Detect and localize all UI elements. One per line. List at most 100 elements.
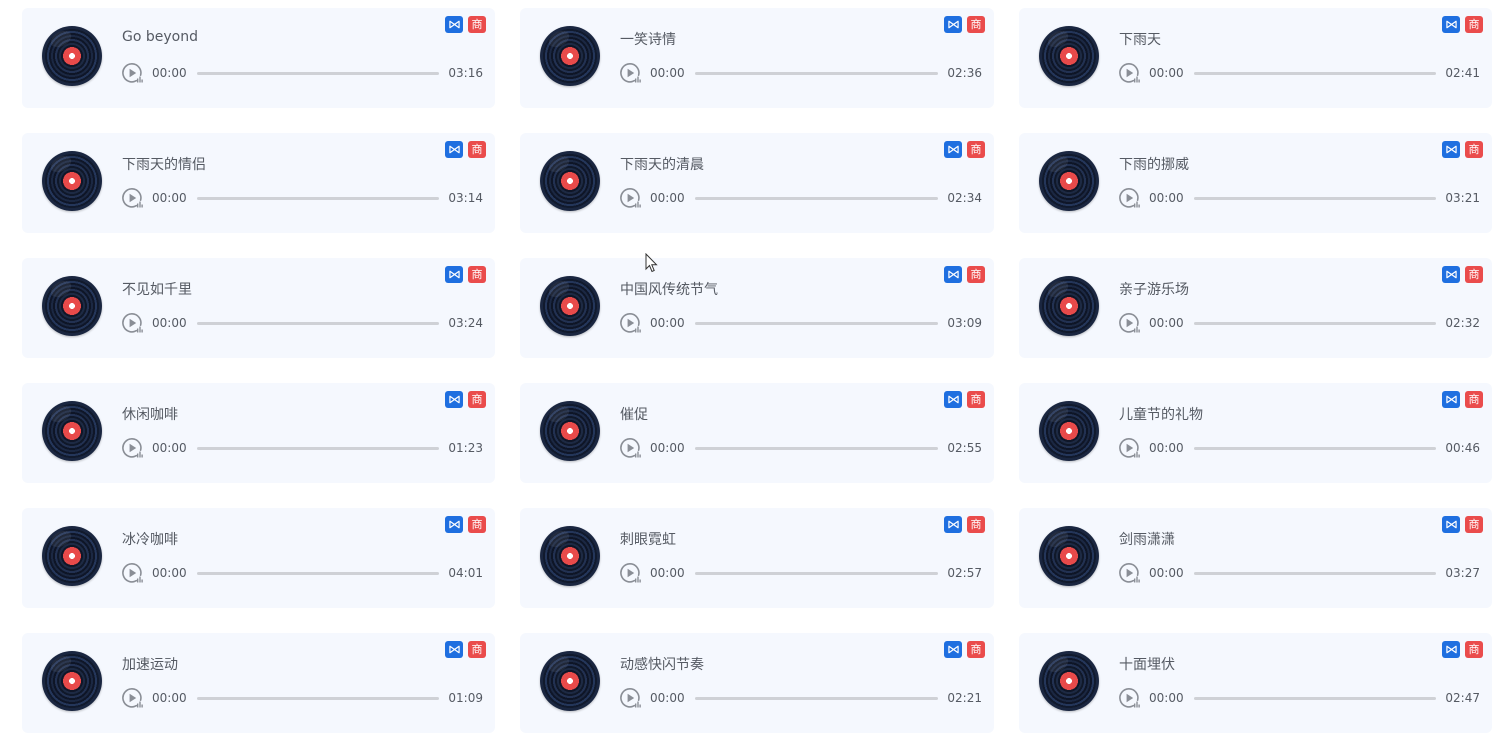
- format-badge-icon: [944, 391, 962, 408]
- play-button-icon[interactable]: [619, 187, 641, 209]
- play-button-icon[interactable]: [1118, 62, 1140, 84]
- music-card[interactable]: 下雨天 商 00:00 02:41: [1019, 8, 1492, 108]
- progress-bar[interactable]: [196, 446, 440, 450]
- music-card[interactable]: 十面埋伏 商 00:00 02:47: [1019, 633, 1492, 733]
- music-card[interactable]: 下雨天的清晨 商 00:00 02:34: [520, 133, 994, 233]
- format-badge-icon: [944, 266, 962, 283]
- track-title[interactable]: 剑雨潇潇: [1119, 529, 1175, 549]
- progress-bar[interactable]: [196, 321, 440, 325]
- play-button-icon[interactable]: [619, 687, 641, 709]
- play-button-icon[interactable]: [121, 687, 143, 709]
- music-card[interactable]: 剑雨潇潇 商 00:00 03:27: [1019, 508, 1492, 608]
- play-button-icon[interactable]: [619, 562, 641, 584]
- progress-bar[interactable]: [694, 196, 939, 200]
- music-card[interactable]: 动感快闪节奏 商 00:00 02:21: [520, 633, 994, 733]
- badge-group: 商: [1442, 16, 1483, 33]
- vinyl-disc-icon[interactable]: [42, 651, 102, 711]
- play-button-icon[interactable]: [1118, 187, 1140, 209]
- track-title[interactable]: 下雨的挪威: [1119, 154, 1189, 174]
- vinyl-disc-icon[interactable]: [1039, 276, 1099, 336]
- progress-bar[interactable]: [694, 321, 939, 325]
- track-title[interactable]: 动感快闪节奏: [620, 654, 704, 674]
- track-title[interactable]: 加速运动: [122, 654, 178, 674]
- music-card[interactable]: 刺眼霓虹 商 00:00 02:57: [520, 508, 994, 608]
- play-button-icon[interactable]: [121, 62, 143, 84]
- music-card[interactable]: 催促 商 00:00 02:55: [520, 383, 994, 483]
- progress-bar[interactable]: [1193, 71, 1437, 75]
- music-card[interactable]: 中国风传统节气 商 00:00 03:09: [520, 258, 994, 358]
- progress-bar[interactable]: [694, 696, 939, 700]
- progress-bar[interactable]: [1193, 446, 1437, 450]
- track-duration: 02:36: [947, 66, 982, 80]
- track-title[interactable]: 中国风传统节气: [620, 279, 718, 299]
- music-card[interactable]: 一笑诗情 商 00:00 02:36: [520, 8, 994, 108]
- vinyl-disc-icon[interactable]: [42, 26, 102, 86]
- play-button-icon[interactable]: [121, 562, 143, 584]
- vinyl-disc-icon[interactable]: [1039, 26, 1099, 86]
- vinyl-disc-icon[interactable]: [1039, 151, 1099, 211]
- music-card[interactable]: 下雨天的情侣 商 00:00 03:14: [22, 133, 495, 233]
- vinyl-disc-icon[interactable]: [540, 151, 600, 211]
- track-title[interactable]: 下雨天: [1119, 29, 1161, 49]
- commercial-badge: 商: [468, 141, 486, 158]
- vinyl-disc-icon[interactable]: [540, 276, 600, 336]
- track-title[interactable]: 冰冷咖啡: [122, 529, 178, 549]
- music-card[interactable]: 下雨的挪威 商 00:00 03:21: [1019, 133, 1492, 233]
- progress-bar[interactable]: [1193, 321, 1437, 325]
- progress-bar[interactable]: [694, 71, 939, 75]
- progress-bar[interactable]: [1193, 696, 1437, 700]
- vinyl-disc-icon[interactable]: [1039, 526, 1099, 586]
- music-card[interactable]: 加速运动 商 00:00 01:09: [22, 633, 495, 733]
- music-card[interactable]: 亲子游乐场 商 00:00 02:32: [1019, 258, 1492, 358]
- vinyl-disc-icon[interactable]: [42, 526, 102, 586]
- play-button-icon[interactable]: [619, 62, 641, 84]
- progress-bar[interactable]: [694, 446, 939, 450]
- progress-bar[interactable]: [694, 571, 939, 575]
- track-title[interactable]: 儿童节的礼物: [1119, 404, 1203, 424]
- vinyl-disc-icon[interactable]: [540, 651, 600, 711]
- vinyl-disc-icon[interactable]: [540, 26, 600, 86]
- vinyl-disc-icon[interactable]: [42, 401, 102, 461]
- track-title[interactable]: 下雨天的清晨: [620, 154, 704, 174]
- track-title[interactable]: 亲子游乐场: [1119, 279, 1189, 299]
- vinyl-disc-icon[interactable]: [42, 276, 102, 336]
- track-title[interactable]: Go beyond: [122, 29, 198, 45]
- format-badge-icon: [445, 641, 463, 658]
- music-card[interactable]: 不见如千里 商 00:00 03:24: [22, 258, 495, 358]
- music-card[interactable]: 冰冷咖啡 商 00:00 04:01: [22, 508, 495, 608]
- progress-bar[interactable]: [196, 571, 440, 575]
- vinyl-disc-icon[interactable]: [540, 526, 600, 586]
- play-button-icon[interactable]: [121, 312, 143, 334]
- vinyl-disc-icon[interactable]: [1039, 651, 1099, 711]
- track-title[interactable]: 催促: [620, 404, 648, 424]
- music-card[interactable]: Go beyond 商 00:00 03:16: [22, 8, 495, 108]
- track-title[interactable]: 不见如千里: [122, 279, 192, 299]
- progress-bar[interactable]: [196, 696, 440, 700]
- vinyl-disc-icon[interactable]: [42, 151, 102, 211]
- progress-bar[interactable]: [196, 196, 440, 200]
- progress-bar[interactable]: [1193, 571, 1437, 575]
- play-button-icon[interactable]: [619, 437, 641, 459]
- music-card[interactable]: 儿童节的礼物 商 00:00 00:46: [1019, 383, 1492, 483]
- track-title[interactable]: 一笑诗情: [620, 29, 676, 49]
- commercial-badge: 商: [1465, 516, 1483, 533]
- format-badge-icon: [944, 641, 962, 658]
- play-button-icon[interactable]: [1118, 687, 1140, 709]
- track-title[interactable]: 刺眼霓虹: [620, 529, 676, 549]
- track-title[interactable]: 休闲咖啡: [122, 404, 178, 424]
- track-title[interactable]: 下雨天的情侣: [122, 154, 206, 174]
- play-button-icon[interactable]: [121, 187, 143, 209]
- track-duration: 03:14: [448, 191, 483, 205]
- music-card[interactable]: 休闲咖啡 商 00:00 01:23: [22, 383, 495, 483]
- play-button-icon[interactable]: [1118, 562, 1140, 584]
- play-button-icon[interactable]: [1118, 437, 1140, 459]
- progress-bar[interactable]: [1193, 196, 1437, 200]
- play-button-icon[interactable]: [121, 437, 143, 459]
- progress-bar[interactable]: [196, 71, 440, 75]
- vinyl-disc-icon[interactable]: [1039, 401, 1099, 461]
- badge-group: 商: [944, 16, 985, 33]
- track-title[interactable]: 十面埋伏: [1119, 654, 1175, 674]
- vinyl-disc-icon[interactable]: [540, 401, 600, 461]
- play-button-icon[interactable]: [619, 312, 641, 334]
- play-button-icon[interactable]: [1118, 312, 1140, 334]
